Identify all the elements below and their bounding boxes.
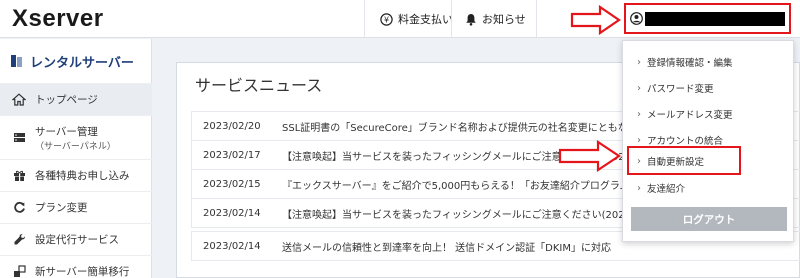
menu-item-profile-edit[interactable]: › 登録情報確認・編集 — [623, 49, 795, 75]
account-menu-button[interactable] — [624, 3, 791, 34]
service-news-title: サービスニュース — [195, 76, 323, 95]
xserver-logo[interactable]: Xserver — [12, 5, 104, 33]
notice-button[interactable]: お知らせ — [465, 0, 526, 38]
sidebar-item-sublabel: （サーバーパネル） — [35, 141, 116, 152]
news-date: 2023/02/15 — [203, 178, 261, 190]
sidebar-item-label: トップページ — [35, 94, 98, 106]
header-divider — [364, 0, 365, 38]
sidebar-item-label: 新サーバー簡単移行 — [35, 266, 130, 278]
red-highlight-box — [627, 146, 741, 175]
wrench-icon — [12, 233, 26, 247]
news-text: SSL証明書の「SecureCore」ブランド名称および提供元の社名変更にともな… — [282, 122, 658, 134]
chevron-right-icon: › — [637, 82, 641, 94]
sidebar-item-server-admin[interactable]: サーバー管理 （サーバーパネル） — [0, 115, 152, 159]
refresh-icon — [12, 201, 26, 215]
news-date: 2023/02/14 — [203, 240, 261, 252]
sidebar-item-setup-service[interactable]: 設定代行サービス — [0, 223, 152, 255]
sidebar: レンタルサーバー トップページ サーバー管理 （サーバーパネル） 各種特典お申し… — [0, 39, 152, 278]
menu-item-label: パスワード変更 — [647, 84, 714, 95]
news-text: 送信メールの信頼性と到達率を向上！ 送信ドメイン認証「DKIM」に対応 — [282, 242, 612, 254]
user-icon — [630, 12, 643, 25]
news-text: 『エックスサーバー』をご紹介で5,000円もらえる！「お友達紹介プログラム」をよ — [282, 180, 660, 192]
sidebar-item-text: サーバー管理 （サーバーパネル） — [35, 124, 116, 152]
news-date: 2023/02/17 — [203, 149, 261, 161]
menu-item-email-change[interactable]: › メールアドレス変更 — [623, 101, 795, 127]
sidebar-item-label: サーバー管理 — [35, 125, 98, 138]
chevron-right-icon: › — [637, 108, 641, 120]
sidebar-title[interactable]: レンタルサーバー — [0, 39, 152, 83]
menu-item-label: アカウントの統合 — [647, 136, 724, 147]
server-icon — [12, 131, 26, 145]
yen-icon: ¥ — [380, 12, 393, 26]
news-text: 【注意喚起】当サービスを装ったフィッシングメールにご注意ください(2023年02… — [282, 209, 664, 221]
sidebar-item-label: 設定代行サービス — [35, 234, 119, 246]
svg-text:¥: ¥ — [384, 15, 389, 24]
payment-label: 料金支払い — [398, 13, 453, 26]
payment-button[interactable]: ¥ 料金支払い — [380, 0, 453, 38]
news-date: 2023/02/14 — [203, 207, 261, 219]
menu-item-label: 友達紹介 — [647, 184, 686, 195]
sidebar-title-label: レンタルサーバー — [30, 55, 134, 71]
menu-item-password-change[interactable]: › パスワード変更 — [623, 75, 795, 101]
account-dropdown-menu: › 登録情報確認・編集 › パスワード変更 › メールアドレス変更 › アカウン… — [622, 40, 794, 242]
menu-item-friend-referral[interactable]: › 友達紹介 — [623, 175, 795, 201]
gift-icon — [12, 169, 26, 183]
sidebar-item-label: 各種特典お申し込み — [35, 170, 130, 182]
news-date: 2023/02/20 — [203, 120, 261, 132]
menu-item-label: メールアドレス変更 — [647, 110, 733, 121]
sidebar-item-label: プラン変更 — [35, 202, 88, 214]
chevron-right-icon: › — [637, 182, 641, 194]
logout-button[interactable]: ログアウト — [631, 207, 787, 231]
red-arrow-annotation — [558, 140, 621, 172]
chevron-right-icon: › — [637, 56, 641, 68]
bell-icon — [466, 13, 476, 26]
sidebar-item-plan-change[interactable]: プラン変更 — [0, 191, 152, 223]
notice-label: お知らせ — [482, 13, 526, 26]
red-arrow-annotation — [570, 5, 621, 35]
transfer-icon — [12, 265, 26, 278]
header-divider — [451, 0, 452, 38]
home-icon — [12, 93, 26, 107]
sidebar-item-server-migration[interactable]: 新サーバー簡単移行 — [0, 255, 152, 278]
sidebar-item-top-page[interactable]: トップページ — [0, 83, 152, 115]
redacted-account-name — [645, 12, 785, 26]
sidebar-item-special-offers[interactable]: 各種特典お申し込み — [0, 159, 152, 191]
rental-server-icon — [11, 55, 22, 67]
chevron-right-icon: › — [637, 134, 641, 146]
menu-item-label: 登録情報確認・編集 — [647, 58, 733, 69]
header-divider — [536, 0, 537, 38]
